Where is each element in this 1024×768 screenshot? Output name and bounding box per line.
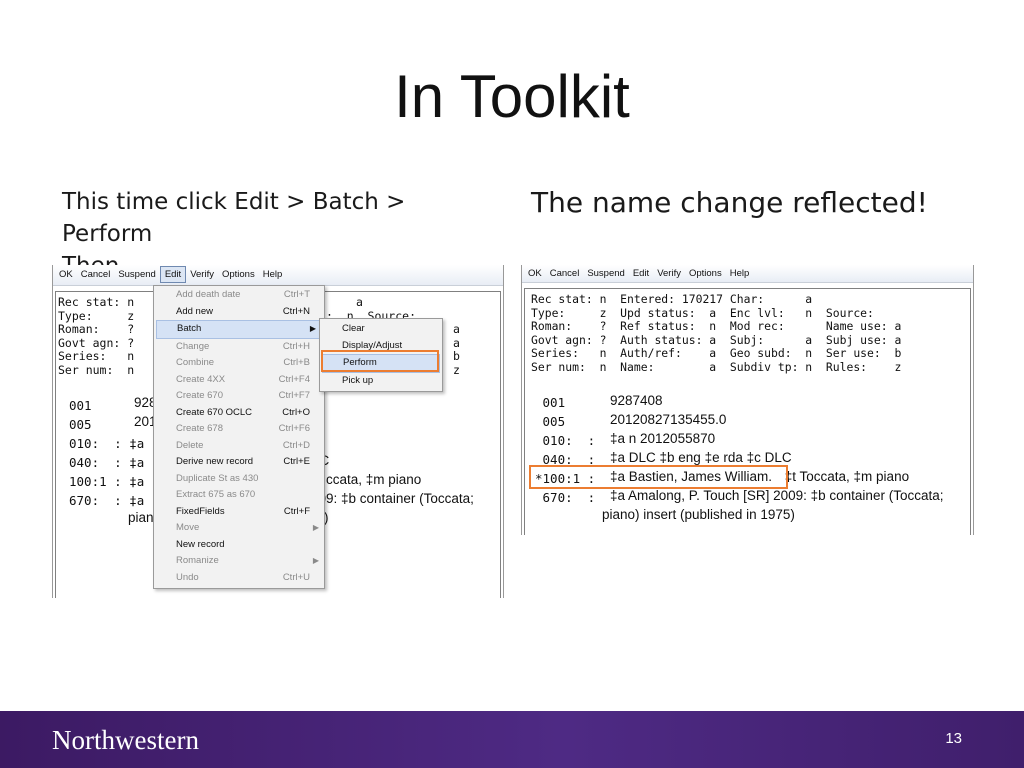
menu-edit[interactable]: Edit	[629, 265, 653, 282]
fixed-field-row: Rec stat: n Entered: 170217 Char: a	[531, 292, 813, 306]
field-value-extra: ‡t Toccata, ‡m piano	[781, 469, 910, 484]
field-value: ccata, ‡m piano	[326, 472, 422, 487]
field-value: ‡a DLC ‡b eng ‡e rda ‡c DLC	[610, 450, 792, 465]
menu-item-new-record[interactable]: New record	[154, 537, 324, 554]
menu-options[interactable]: Options	[685, 265, 726, 282]
field-tag: 100:1 : ‡a	[69, 474, 145, 489]
submenu-arrow-icon: ▶	[309, 324, 316, 333]
footer-bar: Northwestern 13	[0, 711, 1024, 768]
fixed-field-row: Roman: ? Ref status: n Mod rec: Name use…	[531, 319, 902, 333]
submenu-arrow-icon: ▶	[312, 523, 319, 532]
menu-ok[interactable]: OK	[55, 265, 77, 285]
fixed-field-row: Govt agn: ?	[58, 336, 135, 350]
field-tag: 001	[535, 395, 566, 410]
record-menubar: OK Cancel Suspend Edit Verify Options Help	[53, 265, 503, 286]
fixed-field-value: a	[356, 295, 363, 309]
fixed-field-row: Series: n	[58, 349, 135, 363]
slide-title: In Toolkit	[394, 63, 630, 130]
submenu-item-pick-up[interactable]: Pick up	[320, 373, 442, 390]
menu-item-create-670[interactable]: Create 670 Ctrl+F7	[154, 388, 324, 405]
menu-item-add-death-date[interactable]: Add death date Ctrl+T	[154, 287, 324, 304]
menu-item-romanize[interactable]: Romanize ▶	[154, 553, 324, 570]
menu-item-batch[interactable]: Batch ▶	[156, 320, 322, 339]
field-value: ‡a n 2012055870	[610, 431, 716, 446]
menu-item-create-4xx[interactable]: Create 4XX Ctrl+F4	[154, 372, 324, 389]
menu-ok[interactable]: OK	[524, 265, 546, 282]
menu-item-add-new[interactable]: Add new Ctrl+N	[154, 304, 324, 321]
fixed-field-value: a	[453, 322, 460, 336]
field-continuation: pian	[128, 510, 154, 525]
field-continuation: piano) insert (published in 1975)	[602, 507, 795, 522]
menu-item-create-670-oclc[interactable]: Create 670 OCLC Ctrl+O	[154, 405, 324, 422]
fixed-field-row: Ser num: n	[58, 363, 135, 377]
field-value: ‡a Amalong, P. Touch [SR] 2009: ‡b conta…	[610, 488, 944, 503]
menu-item-undo[interactable]: Undo Ctrl+U	[154, 570, 324, 587]
instruction-line-1: This time click Edit > Batch > Perform	[62, 189, 406, 247]
menu-item-fixedfields[interactable]: FixedFields Ctrl+F	[154, 504, 324, 521]
menu-item-change[interactable]: Change Ctrl+H	[154, 339, 324, 356]
menu-item-extract-675-as-670[interactable]: Extract 675 as 670	[154, 487, 324, 504]
record-editor[interactable]: Rec stat: n Entered: 170217 Char: a Type…	[524, 288, 971, 535]
toolkit-screenshot-result: OK Cancel Suspend Edit Verify Options Help Rec…	[521, 265, 974, 535]
fixed-field-row: Type: z	[58, 309, 135, 323]
menu-item-create-678[interactable]: Create 678 Ctrl+F6	[154, 421, 324, 438]
record-menubar: OK Cancel Suspend Edit Verify Options Help	[522, 265, 973, 283]
fixed-field-row: Ser num: n Name: a Subdiv tp: n Rules: z	[531, 360, 902, 374]
field-tag: 010: : ‡a	[69, 436, 145, 451]
menu-edit[interactable]: Edit	[159, 266, 187, 283]
menu-verify[interactable]: Verify	[186, 265, 218, 285]
name-change-highlight-box	[529, 465, 788, 489]
toolkit-screenshot-edit-menu: OK Cancel Suspend Edit Verify Options Help Rec…	[52, 265, 504, 598]
menu-item-delete[interactable]: Delete Ctrl+D	[154, 438, 324, 455]
perform-highlight-box	[321, 350, 439, 372]
submenu-item-clear[interactable]: Clear	[320, 321, 442, 338]
result-caption: The name change reflected!	[531, 186, 928, 219]
fixed-field-row: Type: z Upd status: a Enc lvl: n Source:	[531, 306, 874, 320]
page-number: 13	[945, 730, 962, 747]
menu-suspend[interactable]: Suspend	[583, 265, 629, 282]
menu-item-combine[interactable]: Combine Ctrl+B	[154, 355, 324, 372]
field-tag: 005	[69, 417, 92, 432]
field-tag: 670: : ‡a	[69, 493, 145, 508]
menu-options[interactable]: Options	[218, 265, 259, 285]
menu-suspend[interactable]: Suspend	[114, 265, 160, 285]
fixed-field-row: Roman: ?	[58, 322, 135, 336]
menu-item-move[interactable]: Move ▶	[154, 520, 324, 537]
field-tag: 001	[69, 398, 92, 413]
menu-help[interactable]: Help	[259, 265, 287, 285]
edit-menu: Add death date Ctrl+T Add new Ctrl+N Batch…	[153, 285, 325, 589]
fixed-field-row: Series: n Auth/ref: a Geo subd: n Ser us…	[531, 346, 902, 360]
menu-cancel[interactable]: Cancel	[77, 265, 115, 285]
field-tag: 670: :	[535, 490, 603, 505]
fixed-field-value: b	[453, 349, 460, 363]
field-value: 20120827135455.0	[610, 412, 727, 427]
fixed-field-value: a	[453, 336, 460, 350]
field-tag: 010: :	[535, 433, 603, 448]
fixed-field-row: Govt agn: ? Auth status: a Subj: a Subj …	[531, 333, 902, 347]
submenu-arrow-icon: ▶	[312, 556, 319, 565]
field-value: 009: ‡b container (Toccata;	[311, 491, 474, 506]
menu-item-derive-new-record[interactable]: Derive new record Ctrl+E	[154, 454, 324, 471]
fixed-field-row: Rec stat: n	[58, 295, 135, 309]
menu-cancel[interactable]: Cancel	[546, 265, 584, 282]
field-value: 9287408	[610, 393, 663, 408]
field-tag: 005	[535, 414, 566, 429]
fixed-field-value: z	[453, 363, 460, 377]
northwestern-logo: Northwestern	[52, 725, 199, 755]
menu-verify[interactable]: Verify	[653, 265, 685, 282]
menu-help[interactable]: Help	[726, 265, 754, 282]
menu-item-duplicate-st-as-430[interactable]: Duplicate St as 430	[154, 471, 324, 488]
field-tag: 040: : ‡a	[69, 455, 145, 470]
